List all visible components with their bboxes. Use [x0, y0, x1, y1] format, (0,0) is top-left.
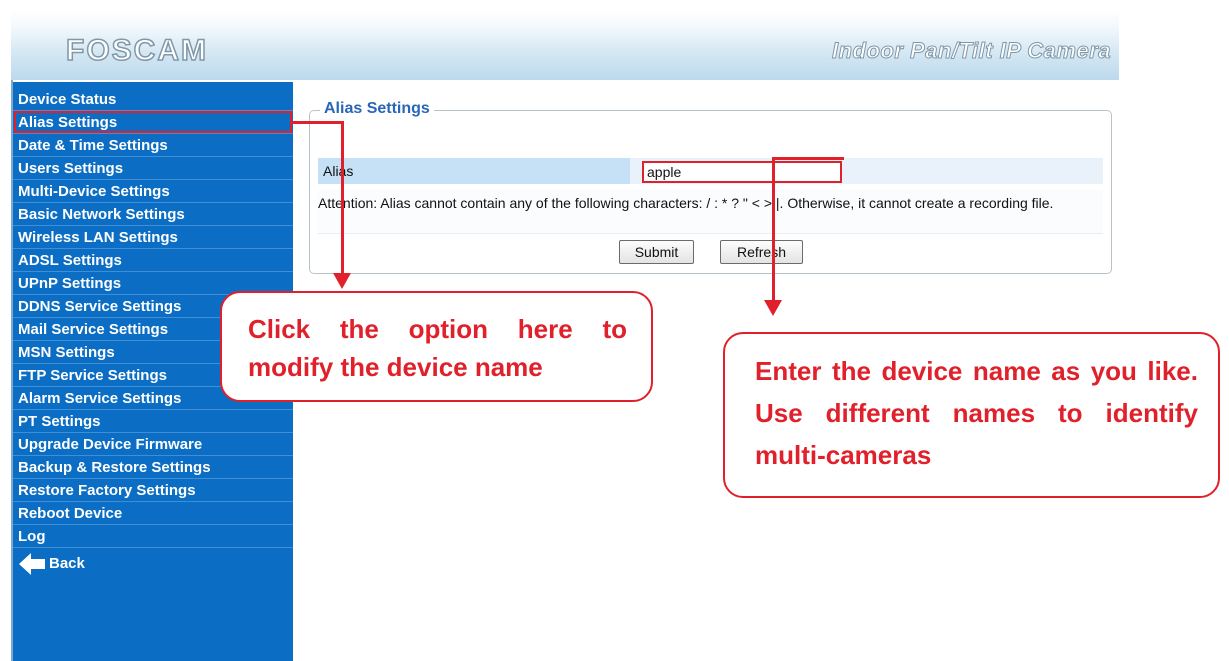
attention-text: Attention: Alias cannot contain any of t…: [318, 195, 1054, 211]
sidebar-item-pt-settings[interactable]: PT Settings: [13, 410, 293, 433]
refresh-button[interactable]: Refresh: [720, 240, 803, 264]
callout-sidebar-hint: Click the option here to modify the devi…: [220, 291, 653, 402]
sidebar-item-upgrade-device-firmware[interactable]: Upgrade Device Firmware: [13, 433, 293, 456]
sidebar-item-log[interactable]: Log: [13, 525, 293, 548]
callout-arrow-sidebar: [333, 273, 351, 289]
arrow-left-icon: [19, 553, 45, 575]
alias-settings-legend: Alias Settings: [320, 100, 434, 118]
brand-logo: FOSCAM: [65, 33, 208, 68]
back-label: Back: [49, 555, 85, 572]
sidebar-item-device-status[interactable]: Device Status: [13, 88, 293, 111]
callout-line-input-v: [772, 157, 775, 302]
sidebar-item-adsl-settings[interactable]: ADSL Settings: [13, 249, 293, 272]
alias-label: Alias: [318, 158, 630, 184]
sidebar-item-multi-device-settings[interactable]: Multi-Device Settings: [13, 180, 293, 203]
sidebar-item-basic-network-settings[interactable]: Basic Network Settings: [13, 203, 293, 226]
callout-line-sidebar-v: [341, 121, 344, 274]
sidebar-item-restore-factory-settings[interactable]: Restore Factory Settings: [13, 479, 293, 502]
sidebar-item-users-settings[interactable]: Users Settings: [13, 157, 293, 180]
sidebar-item-wireless-lan-settings[interactable]: Wireless LAN Settings: [13, 226, 293, 249]
sidebar-item-reboot-device[interactable]: Reboot Device: [13, 502, 293, 525]
product-title: Indoor Pan/Tilt IP Camera: [831, 38, 1111, 64]
sidebar-item-date-time-settings[interactable]: Date & Time Settings: [13, 134, 293, 157]
header-banner: FOSCAM Indoor Pan/Tilt IP Camera: [11, 10, 1119, 80]
callout-alias-hint: Enter the device name as you like. Use d…: [723, 332, 1220, 498]
sidebar-highlight-box: [14, 111, 292, 133]
callout-line-sidebar-h: [292, 121, 344, 124]
submit-button[interactable]: Submit: [619, 240, 694, 264]
alias-input[interactable]: [642, 161, 842, 183]
callout-arrow-input: [764, 300, 782, 316]
sidebar-item-backup-restore-settings[interactable]: Backup & Restore Settings: [13, 456, 293, 479]
callout-line-input-h: [772, 157, 844, 160]
back-button[interactable]: Back: [13, 548, 293, 579]
